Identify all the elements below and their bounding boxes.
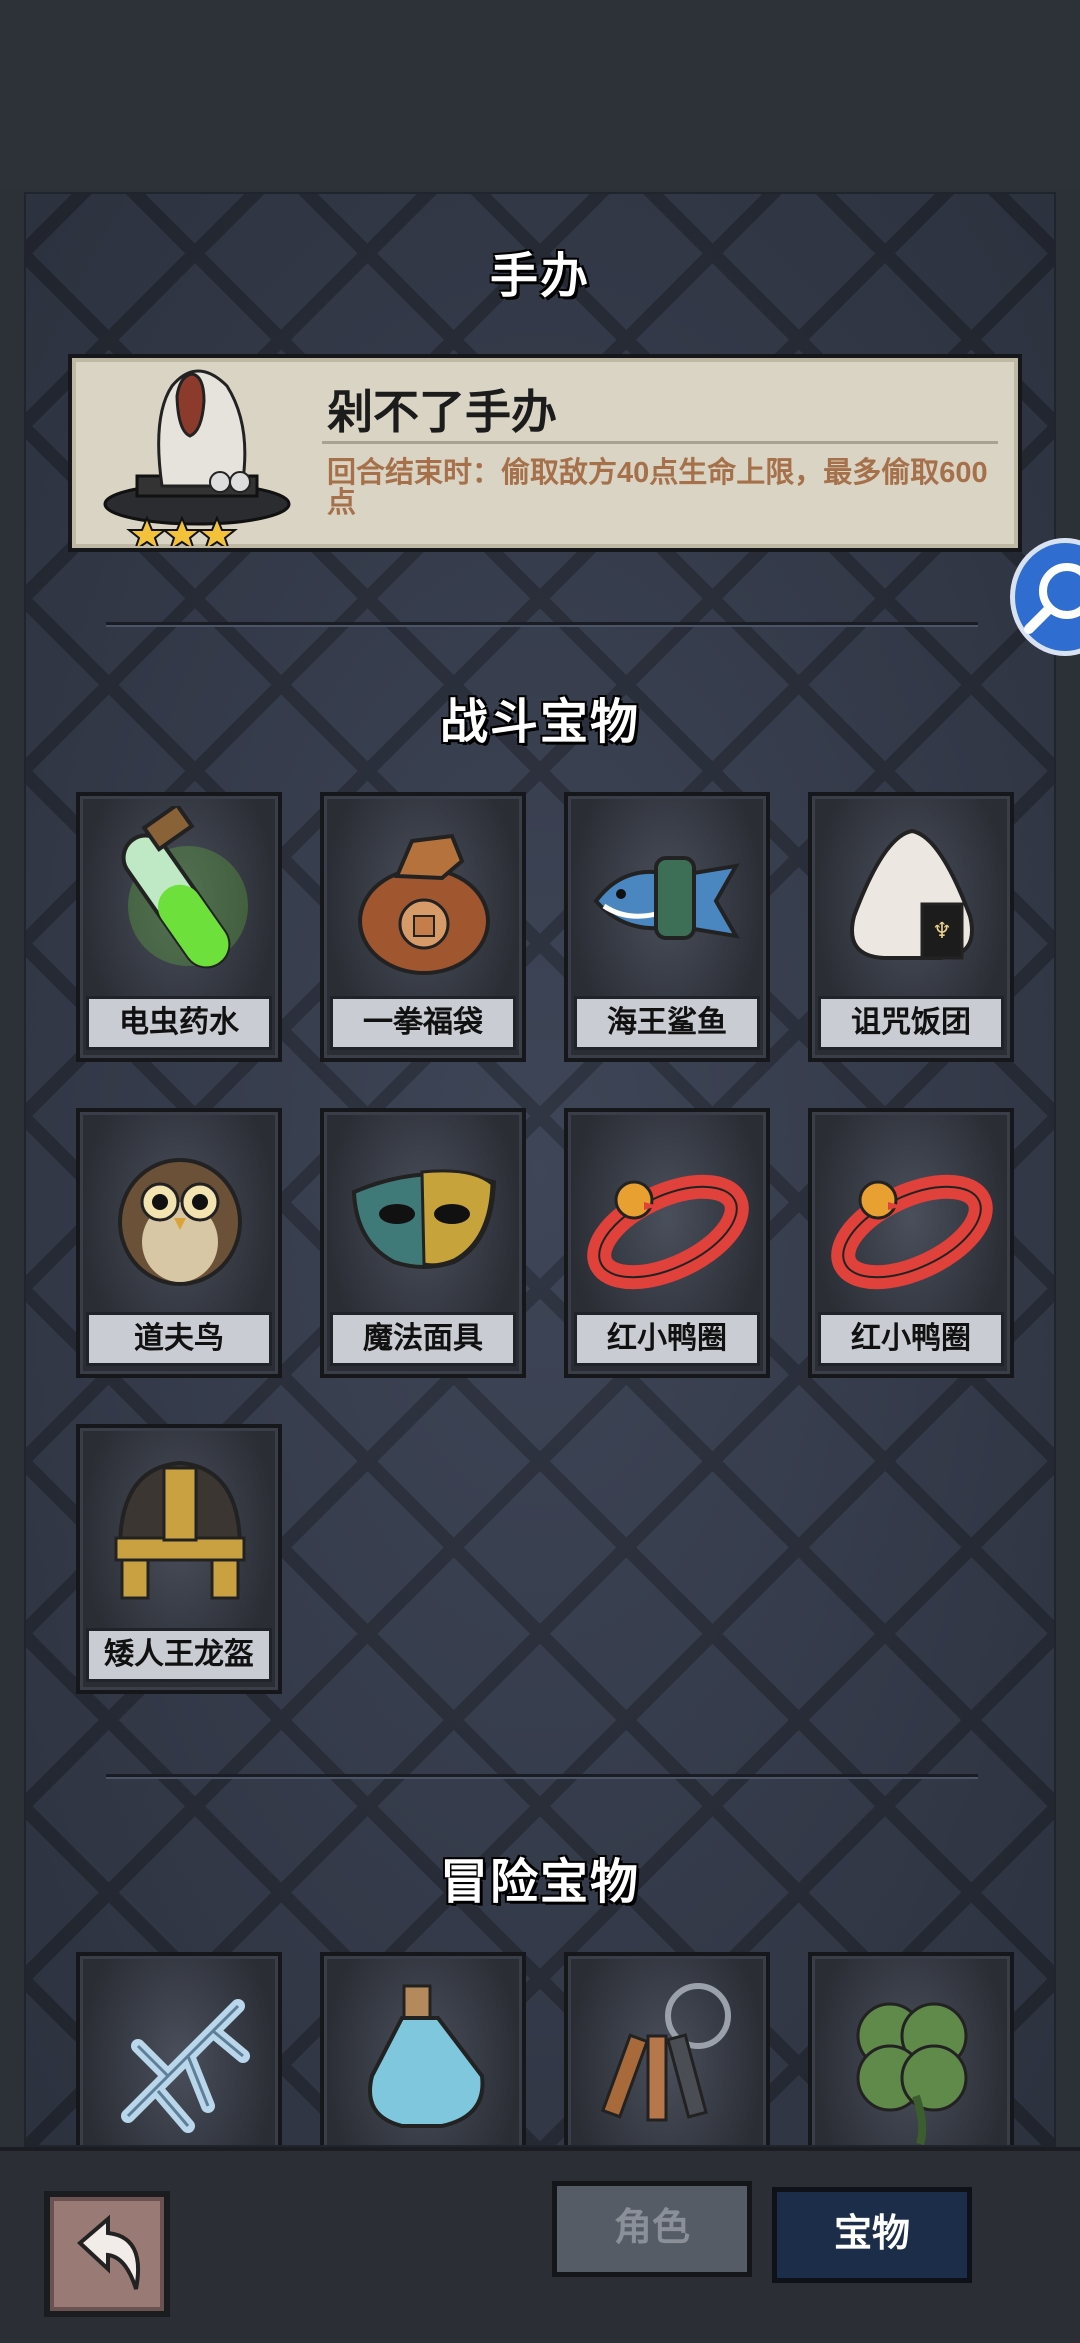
treasure-slot-helmet[interactable]: 矮人王龙盔 (76, 1424, 282, 1694)
adventure-slot-potion[interactable] (320, 1952, 526, 2145)
svg-text:♆: ♆ (932, 919, 952, 944)
key-ring-icon (600, 1983, 731, 2122)
section-divider (106, 1774, 978, 1777)
figure-name: 剁不了手办 (327, 386, 557, 438)
shark-fish-icon (593, 856, 740, 940)
magnifier-button[interactable] (1010, 538, 1080, 656)
treasure-slot-mask[interactable]: 魔法面具 (320, 1108, 526, 1378)
dwarf-king-helmet-icon (114, 1460, 246, 1600)
treasure-label: 红小鸭圈 (574, 1312, 760, 1366)
search-icon (1024, 563, 1080, 634)
magic-mask-icon (351, 1169, 497, 1269)
treasure-label: 诅咒饭团 (818, 996, 1004, 1050)
card-divider (322, 441, 998, 444)
back-button[interactable] (44, 2191, 170, 2317)
treasure-slot-potion[interactable]: 电虫药水 (76, 792, 282, 1062)
adventure-slot-keys[interactable] (564, 1952, 770, 2145)
treasure-label: 魔法面具 (330, 1312, 516, 1366)
owl-icon (118, 1158, 242, 1286)
adventure-slot-clover[interactable] (808, 1952, 1014, 2145)
treasure-slot-riceball[interactable]: ♆ 诅咒饭团 (808, 792, 1014, 1062)
red-duck-ring-icon (587, 1174, 749, 1290)
treasure-label: 红小鸭圈 (818, 1312, 1004, 1366)
adventure-section-title: 冒险宝物 (439, 1856, 640, 1909)
cursed-rice-ball-icon: ♆ (850, 828, 974, 960)
treasure-label: 矮人王龙盔 (86, 1628, 272, 1682)
treasure-slot-duck-ring-2[interactable]: 红小鸭圈 (808, 1108, 1014, 1378)
treasure-label: 道夫鸟 (86, 1312, 272, 1366)
tab-role[interactable]: 角色 (552, 2181, 752, 2277)
figure-statue-icon (103, 369, 291, 546)
treasure-label: 电虫药水 (86, 996, 272, 1050)
treasure-slot-duck-ring-1[interactable]: 红小鸭圈 (564, 1108, 770, 1378)
figure-card[interactable]: 剁不了手办 回合结束时：偷取敌方40点生命上限，最多偷取600点 (68, 354, 1022, 552)
treasure-panel[interactable]: 手办 剁不了手办 回合结束时：偷取敌方40点生命上限，最多偷取600点 战斗宝物… (24, 192, 1056, 2147)
return-arrow-icon (76, 2214, 141, 2290)
treasure-label: 海王鲨鱼 (574, 996, 760, 1050)
blue-potion-bottle-icon (368, 1984, 485, 2128)
treasure-slot-bag[interactable]: 一拳福袋 (320, 792, 526, 1062)
four-leaf-clover-icon (856, 2002, 968, 2145)
treasure-slot-shark[interactable]: 海王鲨鱼 (564, 792, 770, 1062)
bottom-navigation: 角色 宝物 (0, 2147, 1080, 2343)
figure-section-title: 手办 (489, 250, 590, 303)
tab-treasure[interactable]: 宝物 (772, 2187, 972, 2283)
figure-description: 回合结束时：偷取敌方40点生命上限，最多偷取600点 (327, 457, 988, 519)
status-bar (0, 0, 1080, 190)
fist-lucky-bag-icon (358, 833, 490, 975)
treasure-label: 一拳福袋 (330, 996, 516, 1050)
section-divider (106, 622, 978, 625)
adventure-slot-coral[interactable] (76, 1952, 282, 2145)
red-duck-ring-icon (831, 1174, 993, 1290)
green-potion-vial-icon (121, 806, 248, 969)
treasure-slot-owl[interactable]: 道夫鸟 (76, 1108, 282, 1378)
ice-coral-icon (121, 1999, 250, 2133)
battle-section-title: 战斗宝物 (439, 696, 640, 749)
